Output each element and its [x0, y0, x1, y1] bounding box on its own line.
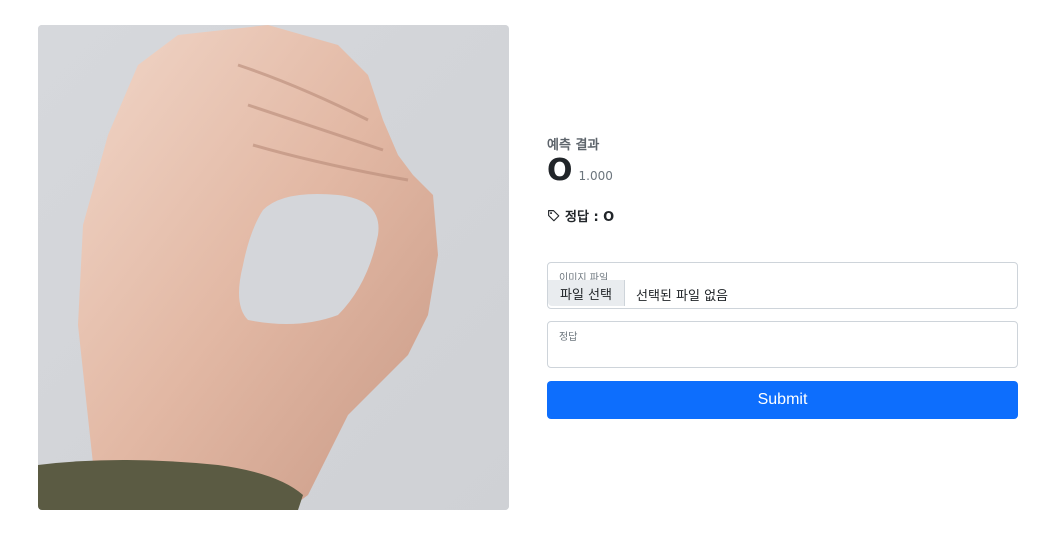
answer-row: 정답 : O	[547, 206, 614, 225]
prediction-result: O 1.000	[547, 153, 613, 189]
submit-button[interactable]: Submit	[547, 381, 1018, 419]
answer-input-label: 정답	[559, 332, 578, 343]
prediction-confidence: 1.000	[578, 169, 613, 183]
answer-text: 정답 : O	[565, 210, 615, 225]
tag-icon	[548, 210, 560, 222]
answer-input[interactable]: 정답	[547, 321, 1018, 368]
hand-sign-image	[38, 25, 509, 510]
predicted-letter: O	[547, 153, 573, 188]
hand-illustration	[38, 25, 509, 510]
prediction-label: 예측 결과	[547, 138, 600, 153]
image-file-field[interactable]: 이미지 파일 파일 선택 선택된 파일 없음	[547, 262, 1018, 309]
file-status-text: 선택된 파일 없음	[636, 289, 728, 304]
choose-file-button[interactable]: 파일 선택	[548, 280, 625, 306]
